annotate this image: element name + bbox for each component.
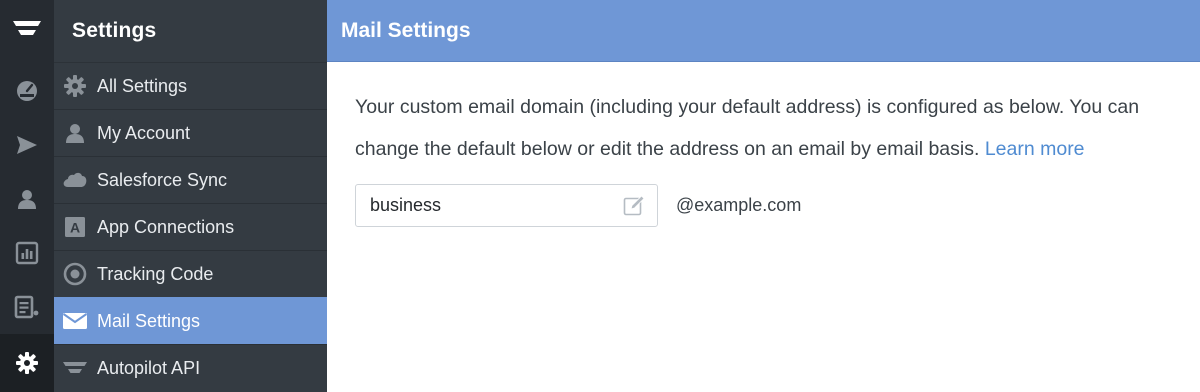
app-a-icon: A <box>62 214 88 240</box>
contacts-icon[interactable] <box>0 174 54 224</box>
sidebar-item-autopilot-api[interactable]: Autopilot API <box>54 344 327 391</box>
main-header: Mail Settings <box>327 0 1200 62</box>
description-line-2-text: change the default below or edit the add… <box>355 138 980 160</box>
settings-sidebar: Settings All Settings My Account Salesfo… <box>54 0 327 392</box>
svg-text:A: A <box>70 220 80 236</box>
sidebar-item-label: App Connections <box>97 216 235 237</box>
description-line-2: change the default below or edit the add… <box>355 128 1200 170</box>
sidebar-item-app-connections[interactable]: A App Connections <box>54 203 327 250</box>
address-field-row: @example.com <box>355 184 1200 227</box>
sidebar-item-mail-settings[interactable]: Mail Settings <box>54 297 327 344</box>
main-body: Your custom email domain (including your… <box>327 62 1200 227</box>
sidebar-item-my-account[interactable]: My Account <box>54 109 327 156</box>
dashboard-icon[interactable] <box>0 66 54 116</box>
settings-gear-icon[interactable] <box>0 334 54 392</box>
sidebar-header: Settings <box>54 0 327 62</box>
autopilot-logo-icon <box>62 355 88 381</box>
address-input-wrapper <box>355 184 658 227</box>
sidebar-item-label: Tracking Code <box>97 263 214 284</box>
main-panel: Mail Settings Your custom email domain (… <box>327 0 1200 392</box>
gear-icon <box>62 73 88 99</box>
sidebar-item-salesforce-sync[interactable]: Salesforce Sync <box>54 156 327 203</box>
sidebar-item-tracking-code[interactable]: Tracking Code <box>54 250 327 297</box>
sidebar-item-label: My Account <box>97 122 191 143</box>
description-text: Your custom email domain (including your… <box>355 86 1200 170</box>
person-icon <box>62 120 88 146</box>
sidebar-title: Settings <box>72 19 157 42</box>
sidebar-item-label: Mail Settings <box>97 310 201 331</box>
envelope-icon <box>62 308 88 334</box>
edit-icon[interactable] <box>623 195 645 217</box>
sidebar-item-label: Salesforce Sync <box>97 169 228 190</box>
cloud-icon <box>62 167 88 193</box>
address-local-input[interactable] <box>356 185 657 226</box>
sidebar-item-label: Autopilot API <box>97 357 201 378</box>
logo-icon[interactable] <box>0 0 54 60</box>
send-icon[interactable] <box>0 120 54 170</box>
learn-more-link[interactable]: Learn more <box>985 138 1085 160</box>
sidebar-item-all-settings[interactable]: All Settings <box>54 62 327 109</box>
reports-icon[interactable] <box>0 228 54 278</box>
sidebar-list: All Settings My Account Salesforce Sync <box>54 62 327 391</box>
icon-rail <box>0 0 54 392</box>
target-icon <box>62 261 88 287</box>
lists-icon[interactable] <box>0 282 54 332</box>
email-domain-text: @example.com <box>676 195 802 215</box>
page-title: Mail Settings <box>341 18 471 42</box>
sidebar-item-label: All Settings <box>97 75 188 96</box>
description-line-1: Your custom email domain (including your… <box>355 96 1140 118</box>
